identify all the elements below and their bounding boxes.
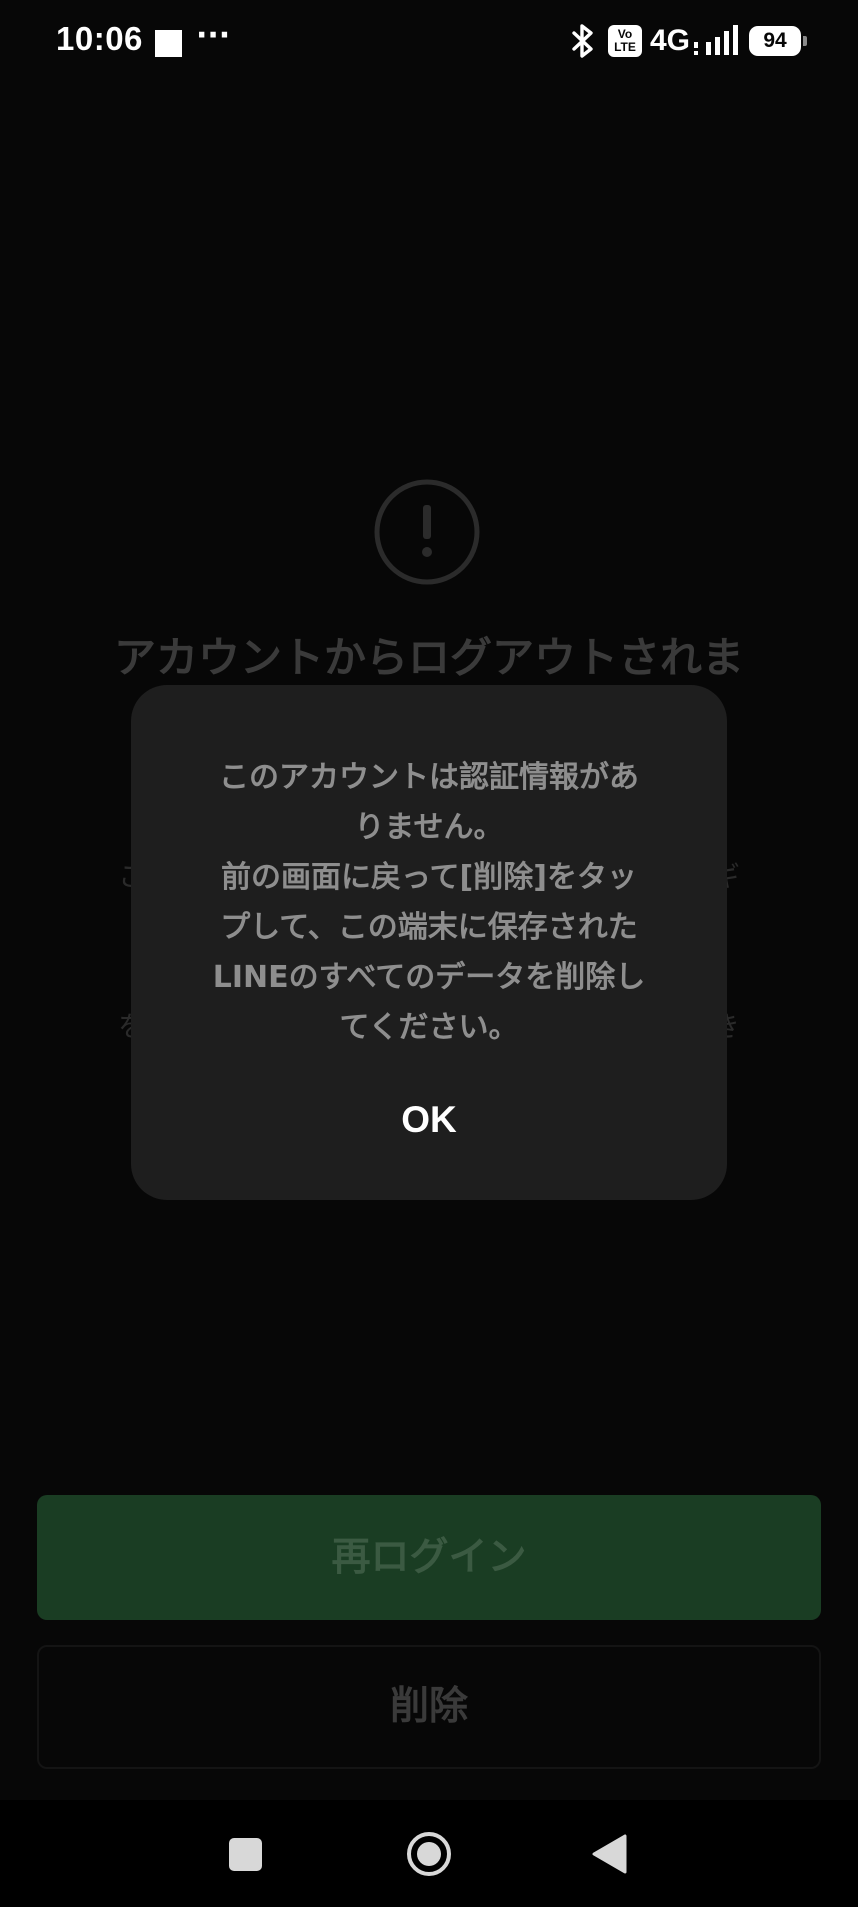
dialog-message-line: 前の画面に戻って[削除]をタッ bbox=[221, 860, 637, 895]
ok-button[interactable]: OK bbox=[329, 1090, 529, 1150]
back-icon[interactable] bbox=[592, 1834, 627, 1874]
dialog-message-line: このアカウントは認証情報があ bbox=[219, 760, 639, 795]
volte-label-top: Vo bbox=[617, 27, 633, 41]
dialog-message-line: りません。 bbox=[354, 810, 504, 845]
recent-apps-icon[interactable] bbox=[229, 1838, 262, 1871]
auth-error-dialog: このアカウントは認証情報があ りません。 前の画面に戻って[削除]をタッ プして… bbox=[131, 685, 727, 1200]
navigation-bar bbox=[0, 1800, 858, 1907]
volte-icon: Vo LTE bbox=[608, 25, 642, 57]
dialog-message: このアカウントは認証情報があ りません。 前の画面に戻って[削除]をタッ プして… bbox=[181, 753, 677, 1053]
home-icon[interactable] bbox=[406, 1831, 452, 1877]
volte-label-bottom: LTE bbox=[614, 40, 636, 54]
dialog-message-line: プして、この端末に保存された bbox=[220, 910, 638, 945]
dialog-message-line: てください。 bbox=[339, 1010, 519, 1045]
logout-title: アカウントからログアウトされま bbox=[113, 633, 744, 682]
network-type: 4G bbox=[650, 24, 691, 57]
status-bar: 10:06 ··· Vo LTE 4G 94 bbox=[0, 0, 858, 86]
delete-button[interactable]: 削除 bbox=[37, 1645, 821, 1769]
status-time: 10:06 bbox=[56, 20, 143, 57]
signal-icon bbox=[694, 22, 740, 60]
more-notifications-indicator: ··· bbox=[196, 18, 231, 53]
bluetooth-icon bbox=[570, 24, 596, 62]
notification-square-icon bbox=[155, 30, 182, 57]
warning-icon bbox=[374, 479, 480, 585]
relogin-button[interactable]: 再ログイン bbox=[37, 1495, 821, 1620]
dialog-message-line: LINEのすべてのデータを削除し bbox=[212, 960, 646, 995]
battery-icon: 94 bbox=[749, 26, 807, 56]
